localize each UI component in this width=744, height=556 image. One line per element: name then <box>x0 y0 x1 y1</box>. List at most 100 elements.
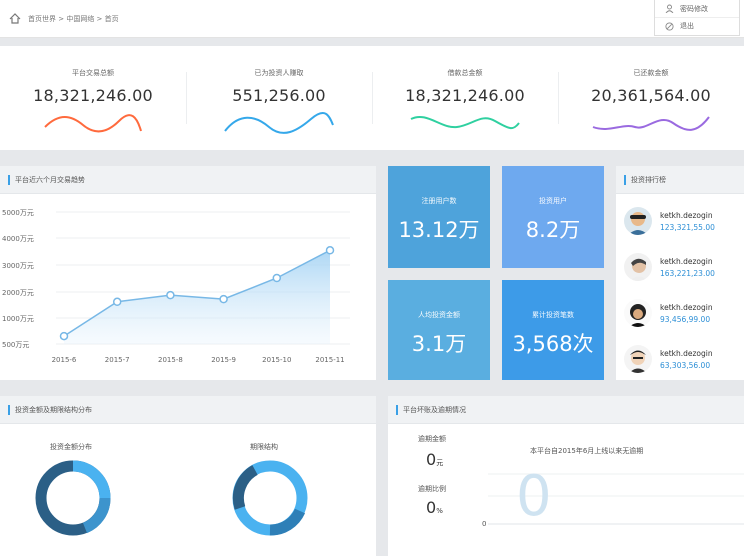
stat-value: 18,321,246.00 <box>405 86 525 105</box>
no-overdue-note: 本平台自2015年6月上线以来无逾期 <box>530 447 644 455</box>
stat-label: 已为投资人赚取 <box>254 69 304 77</box>
ranking-value: 93,456,99.00 <box>660 314 711 324</box>
logout-menu-item[interactable]: 退出 <box>655 17 739 34</box>
ranking-panel: 投资排行榜 ketkh.dezogin 123,321,55.00 ketkh.… <box>616 166 744 380</box>
y-tick-label: 3000万元 <box>2 262 34 270</box>
y-tick-label: 5000万元 <box>2 209 34 217</box>
risk-title: 平台坏账及逾期情况 <box>403 405 466 414</box>
x-tick-label: 2015-11 <box>315 356 344 364</box>
y-tick-label: 2000万元 <box>2 289 34 297</box>
tile-value: 3.1万 <box>411 332 467 356</box>
ranking-value: 63,303,56.00 <box>660 360 711 370</box>
big-zero-value: 0 <box>516 464 552 529</box>
stat-repaid-total: 已还款金额 20,361,564.00 <box>558 46 744 150</box>
logout-menu-label: 退出 <box>680 22 694 30</box>
rate-unit: % <box>436 507 443 515</box>
risk-panel: 平台坏账及逾期情况 逾期金额 0元 逾期比例 0% 本平台自2015年6月上线以… <box>388 396 744 556</box>
home-icon[interactable] <box>9 13 21 24</box>
ranking-title: 投资排行榜 <box>631 175 666 184</box>
stat-label: 已还款金额 <box>633 69 669 77</box>
logout-icon <box>665 21 674 31</box>
ranking-item[interactable]: ketkh.dezogin 163,221,23.00 <box>616 244 744 290</box>
tile-label: 注册用户数 <box>421 197 457 205</box>
stat-sparkline <box>44 114 142 133</box>
avatar <box>624 253 652 281</box>
title-accent <box>396 404 398 415</box>
ranking-value: 163,221,23.00 <box>660 268 715 278</box>
stat-loan-total: 借款总金额 18,321,246.00 <box>372 46 558 150</box>
stat-sparkline <box>224 111 334 134</box>
panel-title: 平台坏账及逾期情况 <box>388 396 744 424</box>
stat-sparkline <box>592 116 710 131</box>
stat-label: 平台交易总额 <box>72 69 114 77</box>
panel-title: 平台近六个月交易趋势 <box>0 166 376 194</box>
rate-label: 逾期比例 <box>418 485 446 493</box>
donut-term[interactable] <box>232 460 308 536</box>
title-accent <box>624 174 626 185</box>
tile-avg-investment: 人均投资金额 3.1万 <box>388 280 490 380</box>
ranking-item[interactable]: ketkh.dezogin 63,303,56.00 <box>616 336 744 382</box>
panel-title: 投资金额及期限结构分布 <box>0 396 376 424</box>
password-menu-item[interactable]: 密码修改 <box>655 0 739 17</box>
overdue-rate: 0% <box>426 498 443 517</box>
stat-value: 18,321,246.00 <box>33 86 153 105</box>
ranking-item[interactable]: ketkh.dezogin 93,456,99.00 <box>616 290 744 336</box>
trend-chart: 5000万元 4000万元 3000万元 2000万元 1000万元 500万元 2015-… <box>2 209 350 364</box>
avatar <box>624 299 652 327</box>
stat-value: 20,361,564.00 <box>591 86 711 105</box>
donut-term-label: 期限结构 <box>250 443 278 451</box>
trend-panel: 平台近六个月交易趋势 5000万元 4000万元 3000万元 2000万元 1000万… <box>0 166 376 380</box>
avatar <box>624 345 652 373</box>
stat-total-volume: 平台交易总额 18,321,246.00 <box>0 46 186 150</box>
trend-title: 平台近六个月交易趋势 <box>15 175 85 184</box>
overdue-unit: 元 <box>436 459 444 467</box>
x-tick-label: 2015-6 <box>52 356 77 364</box>
user-icon <box>665 4 674 13</box>
overdue-value: 0 <box>426 450 437 469</box>
ranking-name: ketkh.dezogin <box>660 302 713 312</box>
stats-strip: 平台交易总额 18,321,246.00 已为投资人赚取 551,256.00 … <box>0 46 744 150</box>
ranking-item[interactable]: ketkh.dezogin 123,321,55.00 <box>616 198 744 244</box>
title-accent <box>8 404 10 415</box>
title-accent <box>8 174 10 185</box>
tile-label: 人均投资金额 <box>418 311 460 319</box>
stat-value: 551,256.00 <box>232 86 326 105</box>
ranking-name: ketkh.dezogin <box>660 210 713 220</box>
data-point <box>272 273 282 283</box>
rate-value: 0 <box>426 498 437 517</box>
donut-amount[interactable] <box>35 460 111 536</box>
x-tick-label: 2015-8 <box>158 356 183 364</box>
ranking-name: ketkh.dezogin <box>660 348 713 358</box>
overdue-label: 逾期金额 <box>418 435 446 443</box>
password-menu-label: 密码修改 <box>680 4 708 13</box>
top-bar: 首页世界 > 中国网络 > 首页 密码修改 退出 <box>0 0 744 38</box>
stat-sparkline <box>410 116 520 129</box>
x-tick-label: 2015-7 <box>105 356 130 364</box>
stat-label: 借款总金额 <box>447 69 483 77</box>
donut-amount-label: 投资金额分布 <box>50 443 92 451</box>
tile-investment-count: 累计投资笔数 3,568次 <box>502 280 604 380</box>
distribution-title: 投资金额及期限结构分布 <box>15 405 92 414</box>
tile-value: 13.12万 <box>398 218 480 242</box>
donut-charts <box>35 460 308 536</box>
overdue-amount: 0元 <box>426 450 443 469</box>
data-point <box>325 246 335 255</box>
data-point <box>219 294 228 304</box>
y-tick-label: 500万元 <box>2 341 29 349</box>
tile-value: 3,568次 <box>512 332 594 356</box>
ranking-name: ketkh.dezogin <box>660 256 713 266</box>
x-tick-label: 2015-9 <box>211 356 236 364</box>
breadcrumb[interactable]: 首页世界 > 中国网络 > 首页 <box>28 14 119 24</box>
avatar <box>624 207 652 235</box>
distribution-panel: 投资金额及期限结构分布 投资金额分布 期限结构 <box>0 396 376 556</box>
tile-label: 投资用户 <box>539 197 567 205</box>
x-tick-label: 2015-10 <box>262 356 291 364</box>
data-point <box>59 331 69 341</box>
panel-title: 投资排行榜 <box>616 166 744 194</box>
stat-investor-earnings: 已为投资人赚取 551,256.00 <box>186 46 372 150</box>
data-point <box>112 297 122 307</box>
tile-label: 累计投资笔数 <box>532 311 574 319</box>
tile-investors: 投资用户 8.2万 <box>502 166 604 268</box>
ranking-value: 123,321,55.00 <box>660 222 715 232</box>
y-tick-label: 1000万元 <box>2 315 34 323</box>
